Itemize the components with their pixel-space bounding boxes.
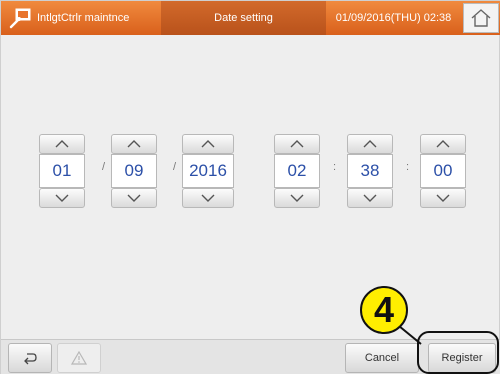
date-setting-screen: IntlgtCtrlr maintnce Date setting 01/09/… <box>0 0 500 374</box>
step-number-badge: 4 <box>360 286 408 334</box>
callout-arrow <box>398 325 422 345</box>
